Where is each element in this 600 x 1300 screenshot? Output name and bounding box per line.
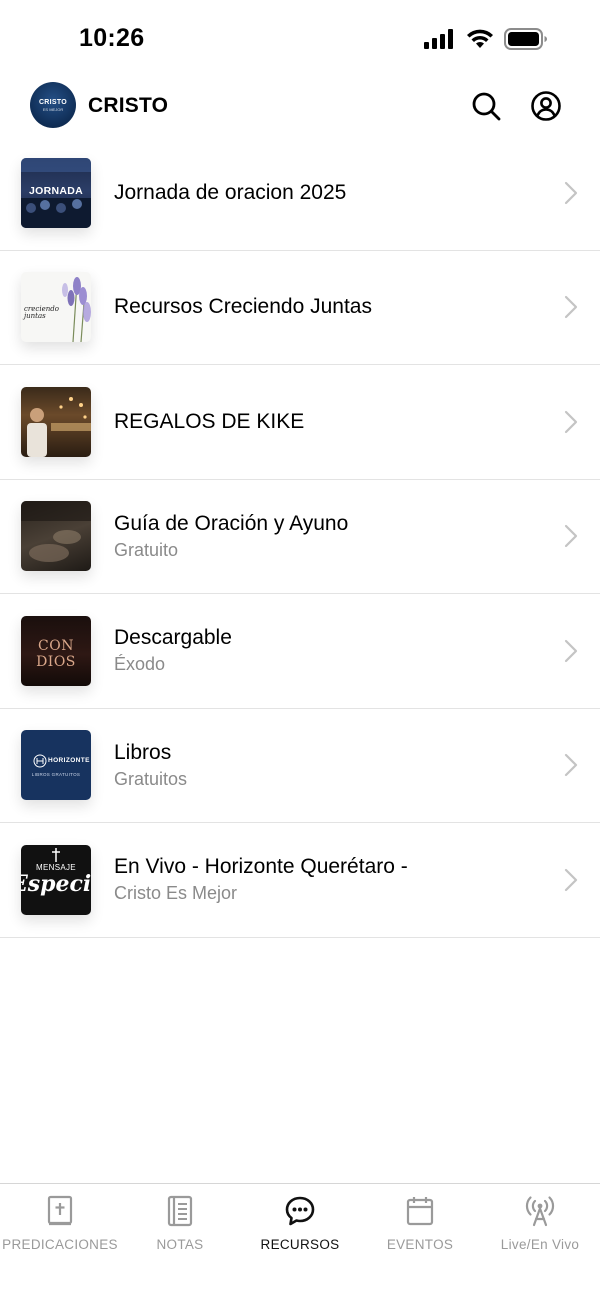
chat-bubble-icon (285, 1196, 315, 1226)
list-item[interactable]: JORNADA Jornada de oracion 2025 (0, 136, 600, 251)
search-icon (472, 92, 501, 121)
list-item[interactable]: CON DIOS Descargable Éxodo (0, 594, 600, 709)
list-item-text: Jornada de oracion 2025 (114, 181, 540, 205)
list-item-text: Recursos Creciendo Juntas (114, 295, 540, 319)
resource-thumbnail (21, 501, 91, 572)
chevron-right-icon (564, 754, 578, 777)
resource-thumbnail: HORIZONTE LIBROS GRATUITOS (21, 730, 91, 801)
thumbnail-label: HORIZONTE (48, 757, 90, 765)
calendar-icon (406, 1197, 434, 1226)
list-item-title: Jornada de oracion 2025 (114, 180, 347, 204)
list-item[interactable]: MENSAJE Especial En Vivo - Horizonte Que… (0, 823, 600, 938)
tab-eventos[interactable]: EVENTOS (360, 1184, 480, 1300)
list-item-subtitle: Cristo Es Mejor (114, 883, 238, 904)
resource-thumbnail: MENSAJE Especial (21, 844, 91, 915)
list-item[interactable]: REGALOS DE KIKE (0, 365, 600, 480)
list-item[interactable]: HORIZONTE LIBROS GRATUITOS Libros Gratui… (0, 709, 600, 823)
horizonte-logo-icon (33, 754, 47, 768)
tab-bar: PREDICACIONES NOTAS RECURSOS EVENTOS Liv… (0, 1183, 600, 1300)
bible-icon (47, 1195, 73, 1226)
status-bar: 10:26 (0, 0, 600, 80)
tab-label: EVENTOS (386, 1237, 454, 1252)
list-item[interactable]: Guía de Oración y Ayuno Gratuito (0, 480, 600, 594)
speaker-image (27, 396, 91, 457)
chevron-right-icon (564, 296, 578, 319)
resource-thumbnail: creciendo juntas (21, 272, 91, 343)
list-item-title: Recursos Creciendo Juntas (114, 295, 372, 319)
notebook-icon (167, 1195, 193, 1227)
tab-label: Live/En Vivo (500, 1237, 580, 1252)
chevron-right-icon (564, 639, 578, 662)
search-button[interactable] (470, 90, 502, 122)
resource-list: JORNADA Jornada de oracion 2025 creciend… (0, 136, 600, 938)
status-time: 10:26 (79, 24, 145, 52)
thumbnail-label: JORNADA (28, 184, 84, 197)
tab-label: RECURSOS (260, 1237, 340, 1252)
chevron-right-icon (564, 525, 578, 548)
list-item-text: En Vivo - Horizonte Querétaro - Cristo E… (114, 855, 540, 904)
resource-thumbnail: JORNADA (21, 157, 91, 228)
tab-label: NOTAS (156, 1237, 204, 1252)
resource-thumbnail (21, 386, 91, 457)
list-item-text: REGALOS DE KIKE (114, 410, 540, 434)
thumbnail-sublabel: Especial (21, 870, 91, 897)
list-item-title: Guía de Oración y Ayuno (114, 511, 349, 535)
list-item-subtitle: Gratuitos (114, 768, 188, 789)
thumbnail-label: CON DIOS (36, 637, 76, 670)
thumbnail-label: creciendo juntas (24, 305, 59, 321)
thumbnail-sublabel: LIBROS GRATUITOS (31, 772, 81, 778)
profile-button[interactable] (530, 90, 562, 122)
page-title: CRISTO (88, 94, 169, 117)
list-item-text: Libros Gratuitos (114, 741, 540, 790)
list-item-title: En Vivo - Horizonte Querétaro - (114, 855, 408, 879)
cellular-signal-icon (424, 29, 453, 49)
list-item-title: Descargable (114, 626, 232, 650)
list-item-text: Guía de Oración y Ayuno Gratuito (114, 512, 540, 561)
wifi-icon (467, 29, 493, 48)
app-header: CRISTO ES MEJOR CRISTO (0, 80, 600, 136)
brand-logo[interactable]: CRISTO ES MEJOR (30, 82, 76, 128)
praying-hands-image (21, 501, 91, 563)
tab-predicaciones[interactable]: PREDICACIONES (0, 1184, 120, 1300)
tab-notas[interactable]: NOTAS (120, 1184, 240, 1300)
tab-live-en-vivo[interactable]: Live/En Vivo (480, 1184, 600, 1300)
logo-text: CRISTO (38, 98, 68, 106)
tab-recursos[interactable]: RECURSOS (240, 1184, 360, 1300)
list-item-text: Descargable Éxodo (114, 626, 540, 675)
chevron-right-icon (564, 181, 578, 204)
chevron-right-icon (564, 868, 578, 891)
logo-subtext: ES MEJOR (42, 106, 64, 112)
list-item-title: REGALOS DE KIKE (114, 409, 305, 433)
chevron-right-icon (564, 410, 578, 433)
list-item-title: Libros (114, 740, 172, 764)
cross-icon (52, 847, 60, 862)
battery-icon (504, 28, 547, 50)
list-item-subtitle: Éxodo (114, 654, 166, 675)
tab-label: PREDICACIONES (2, 1237, 118, 1252)
list-item[interactable]: creciendo juntas Recursos Creciendo Junt… (0, 251, 600, 365)
list-item-subtitle: Gratuito (114, 539, 179, 560)
profile-icon (531, 91, 561, 121)
broadcast-icon (525, 1196, 555, 1227)
resource-thumbnail: CON DIOS (21, 615, 91, 686)
status-icons (424, 28, 548, 50)
